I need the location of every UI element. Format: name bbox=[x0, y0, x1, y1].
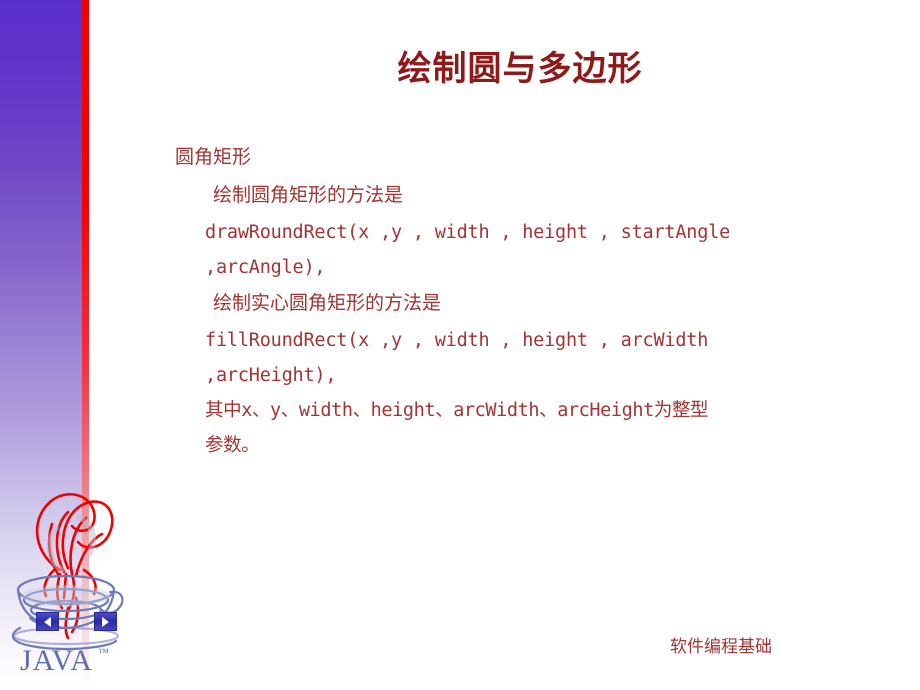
slide-footer: 软件编程基础 bbox=[670, 637, 772, 656]
java-wordmark-text: JAVA bbox=[20, 644, 93, 677]
content-line: drawRoundRect(x ,y , width , height , st… bbox=[205, 222, 731, 243]
previous-slide-button[interactable] bbox=[36, 612, 59, 631]
content-line: 参数。 bbox=[205, 435, 260, 456]
content-line: 绘制实心圆角矩形的方法是 bbox=[213, 293, 442, 314]
content-line: 圆角矩形 bbox=[175, 147, 252, 168]
content-line: 绘制圆角矩形的方法是 bbox=[213, 185, 404, 206]
content-line: fillRoundRect(x ,y , width , height , ar… bbox=[205, 330, 709, 351]
java-logo: JAVA ™ bbox=[6, 478, 126, 678]
arrow-left-icon bbox=[44, 616, 51, 627]
slide-title: 绘制圆与多边形 bbox=[397, 51, 643, 88]
content-line: 其中x、y、width、height、arcWidth、arcHeight为整型 bbox=[205, 400, 709, 421]
content-line: ,arcAngle), bbox=[205, 257, 326, 278]
content-line: ,arcHeight), bbox=[205, 365, 337, 386]
java-trademark-text: ™ bbox=[98, 647, 109, 659]
slide-body: 圆角矩形绘制圆角矩形的方法是 drawRoundRect(x ,y , width… bbox=[175, 139, 875, 463]
arrow-right-icon bbox=[102, 616, 109, 627]
next-slide-button[interactable] bbox=[94, 612, 117, 631]
